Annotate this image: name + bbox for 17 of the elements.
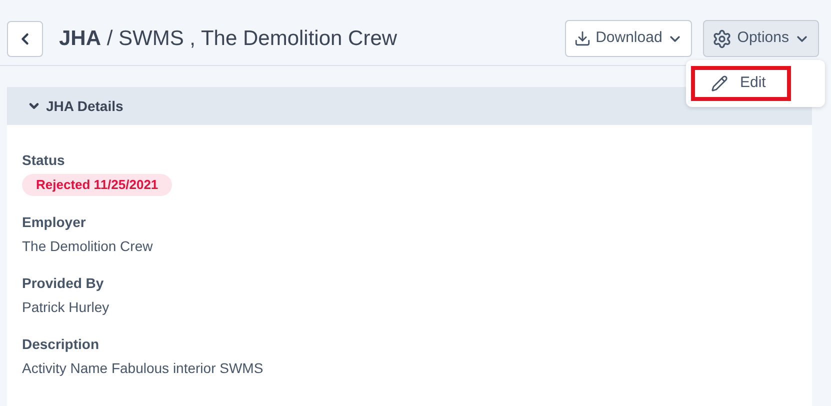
options-button[interactable]: Options: [703, 20, 819, 57]
settings-icon: [712, 28, 732, 48]
field-label: Description: [22, 334, 100, 354]
field-value: Patrick Hurley: [22, 298, 110, 317]
field-value: The Demolition Crew: [22, 236, 154, 256]
page-title: JHA / SWMS , The Demolition Crew: [59, 26, 398, 52]
back-button[interactable]: [7, 20, 43, 56]
field-value: Activity Name Fabulous interior SWMS: [22, 358, 264, 378]
download-icon: [574, 30, 591, 47]
panel-header[interactable]: JHA Details: [7, 87, 812, 125]
field-label: Employer: [22, 212, 87, 232]
download-button[interactable]: Download: [564, 20, 692, 57]
status-badge: Rejected 11/25/2021: [22, 174, 172, 196]
pencil-icon: [711, 75, 728, 92]
field-label: Status: [22, 151, 66, 170]
edit-menu-item[interactable]: Edit: [691, 66, 791, 101]
field-label: Provided By: [22, 274, 105, 293]
